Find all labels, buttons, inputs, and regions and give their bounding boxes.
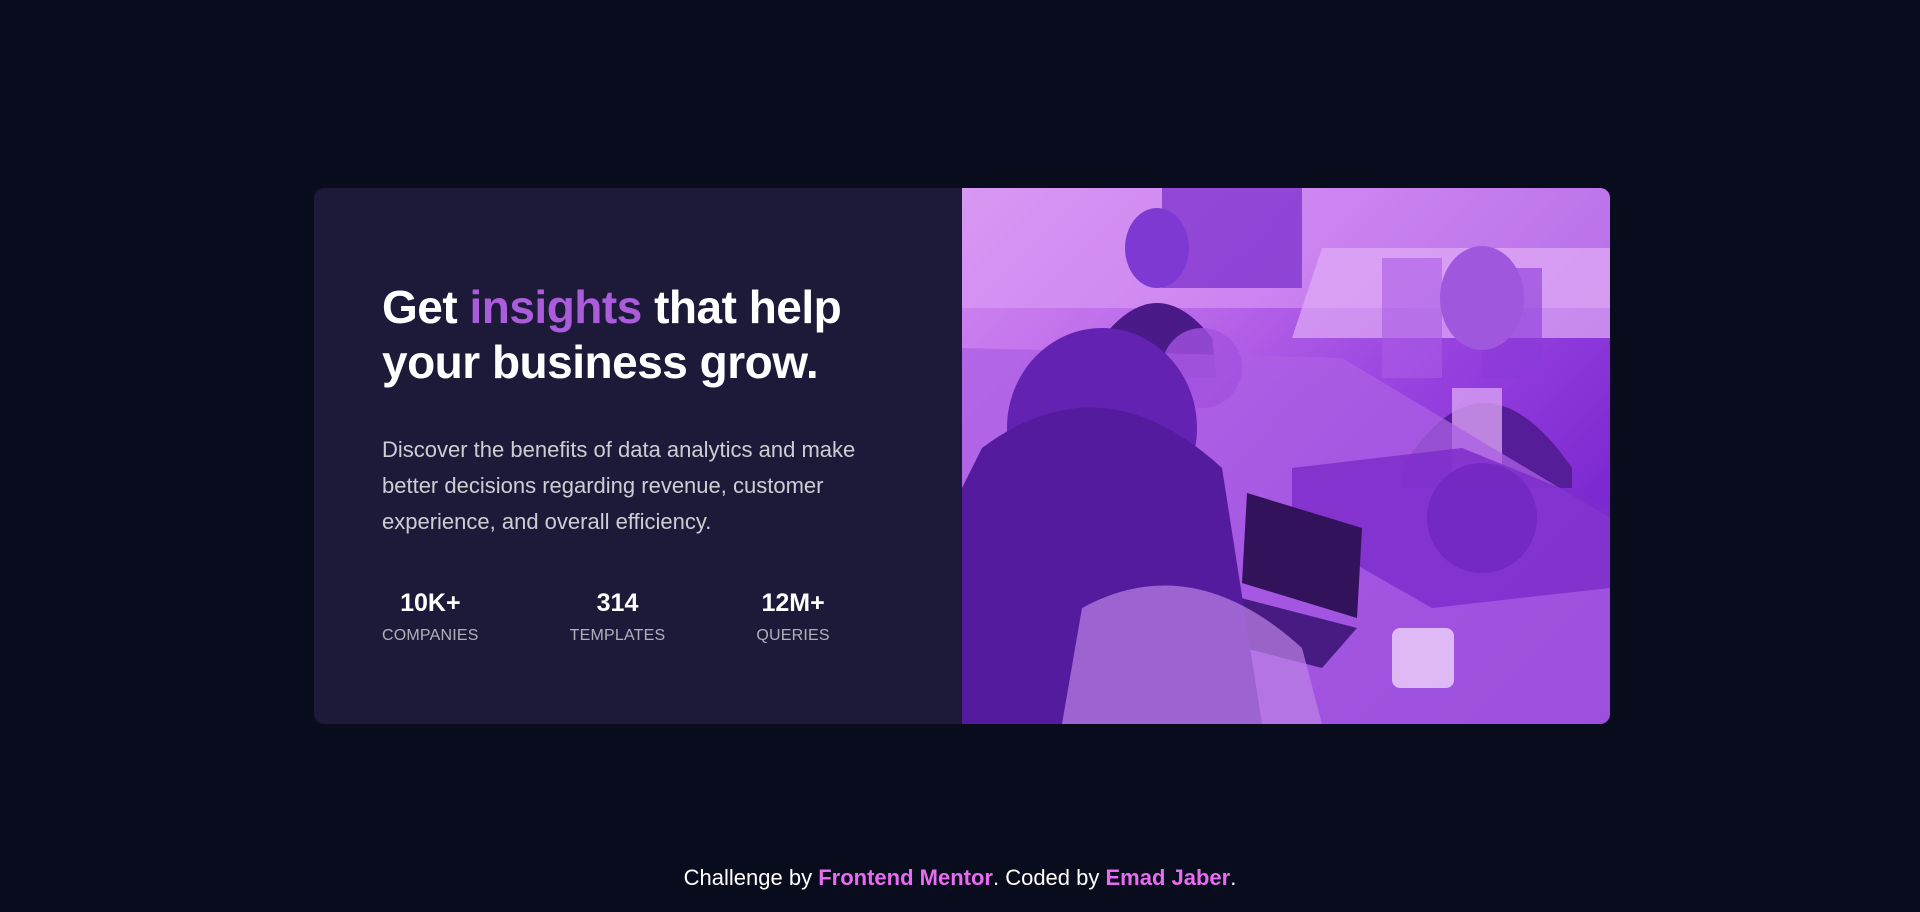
- frontend-mentor-link[interactable]: Frontend Mentor: [818, 865, 993, 890]
- footer-prefix: Challenge by: [683, 865, 819, 890]
- footer-middle: . Coded by: [992, 865, 1106, 890]
- attribution-footer: Challenge by Frontend Mentor. Coded by E…: [0, 864, 1920, 892]
- author-link[interactable]: Emad Jaber: [1105, 865, 1230, 890]
- headline-accent: insights: [469, 281, 642, 333]
- stat-companies: 10K+ COMPANIES: [382, 588, 479, 646]
- description: Discover the benefits of data analytics …: [382, 437, 856, 534]
- office-photo-illustration: [962, 188, 1610, 724]
- headline-part-1: Get: [382, 281, 470, 333]
- office-photo: [962, 188, 1610, 724]
- stats-preview-card: Get insights that help your business gro…: [314, 188, 1610, 724]
- stat-label: TEMPLATES: [569, 627, 666, 644]
- color-overlay: [962, 188, 1610, 724]
- headline: Get insights that help your business gro…: [382, 280, 922, 390]
- stat-value: 12M+: [761, 589, 825, 617]
- stat-label: COMPANIES: [382, 627, 479, 644]
- stat-value: 10K+: [400, 589, 461, 617]
- stat-value: 314: [596, 589, 639, 617]
- footer-suffix: .: [1230, 865, 1237, 890]
- stat-queries: 12M+ QUERIES: [756, 588, 829, 646]
- stat-label: QUERIES: [756, 627, 830, 644]
- card-text-panel: Get insights that help your business gro…: [314, 188, 962, 724]
- stat-templates: 314 TEMPLATES: [570, 588, 666, 646]
- stats-row: 10K+ COMPANIES 314 TEMPLATES 12M+ QUERIE…: [382, 588, 962, 646]
